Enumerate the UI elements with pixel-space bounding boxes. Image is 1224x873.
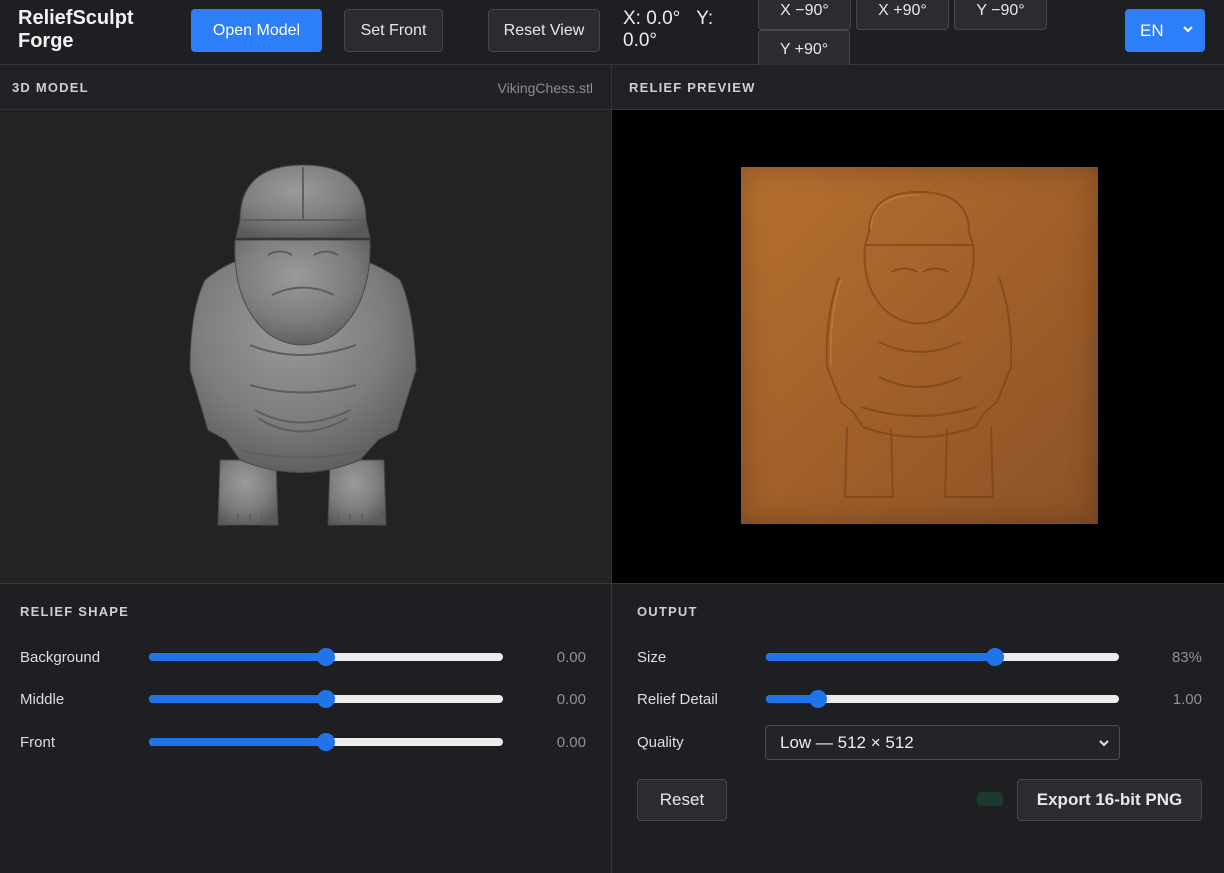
- export-status-indicator: [977, 792, 1003, 806]
- slider-fill: [766, 653, 996, 661]
- slider-thumb[interactable]: [986, 648, 1005, 666]
- coord-x: X: 0.0°: [623, 8, 681, 29]
- viking-figure-render: [189, 164, 417, 526]
- size-label: Size: [637, 649, 667, 666]
- background-slider[interactable]: [149, 648, 503, 666]
- rotate-y-pos-button[interactable]: Y +90°: [758, 30, 850, 70]
- rotate-x-neg-button[interactable]: X −90°: [758, 0, 851, 30]
- preview-panel-title: RELIEF PREVIEW: [629, 80, 756, 95]
- front-label: Front: [20, 734, 56, 751]
- front-slider[interactable]: [149, 733, 503, 751]
- model-viewport[interactable]: [0, 110, 611, 583]
- relief-preview-image: [741, 167, 1098, 524]
- top-toolbar: ReliefSculpt Forge Open Model Set Front …: [0, 0, 1224, 70]
- relief-detail-value: 1.00: [1172, 691, 1202, 708]
- chevron-down-icon: [1183, 26, 1193, 33]
- slider-thumb[interactable]: [317, 648, 335, 666]
- slider-thumb[interactable]: [317, 733, 335, 751]
- output-title: OUTPUT: [637, 604, 698, 619]
- open-model-button[interactable]: Open Model: [191, 9, 322, 52]
- reset-button[interactable]: Reset: [637, 779, 727, 821]
- size-slider[interactable]: [766, 648, 1119, 666]
- middle-label: Middle: [20, 691, 65, 708]
- rotation-readout: X: 0.0° Y: 0.0°: [623, 8, 753, 52]
- slider-thumb[interactable]: [808, 690, 827, 708]
- set-front-button[interactable]: Set Front: [344, 9, 443, 52]
- background-label: Background: [20, 649, 101, 666]
- language-select[interactable]: EN: [1125, 9, 1205, 52]
- rotate-y-neg-button[interactable]: Y −90°: [954, 0, 1047, 30]
- relief-shape-title: RELIEF SHAPE: [20, 604, 130, 619]
- front-value: 0.00: [556, 734, 586, 751]
- panel-divider: [611, 65, 612, 873]
- preview-panel-header: RELIEF PREVIEW: [612, 65, 1224, 110]
- model-panel-title: 3D MODEL: [12, 80, 89, 95]
- relief-detail-label: Relief Detail: [637, 691, 718, 708]
- model-filename: VikingChess.stl: [497, 80, 593, 96]
- reset-view-button[interactable]: Reset View: [488, 9, 600, 52]
- chevron-down-icon: [1099, 740, 1109, 747]
- language-value: EN: [1140, 20, 1164, 40]
- rotate-x-pos-button[interactable]: X +90°: [856, 0, 949, 30]
- background-value: 0.00: [556, 649, 586, 666]
- quality-select[interactable]: Low — 512 × 512: [765, 725, 1120, 760]
- slider-fill: [149, 738, 326, 746]
- model-panel-header: 3D MODEL VikingChess.stl: [0, 65, 611, 110]
- export-png-button[interactable]: Export 16-bit PNG: [1017, 779, 1202, 821]
- app-title: ReliefSculpt Forge: [18, 7, 134, 52]
- relief-detail-slider[interactable]: [766, 690, 1119, 708]
- middle-slider[interactable]: [149, 690, 503, 708]
- middle-value: 0.00: [556, 691, 586, 708]
- slider-thumb[interactable]: [317, 690, 335, 708]
- slider-fill: [149, 653, 326, 661]
- quality-label: Quality: [637, 734, 684, 751]
- size-value: 83%: [1171, 649, 1202, 666]
- relief-figure: [825, 190, 1013, 498]
- slider-fill: [149, 695, 326, 703]
- controls-divider: [0, 583, 1224, 584]
- quality-value: Low — 512 × 512: [780, 732, 914, 752]
